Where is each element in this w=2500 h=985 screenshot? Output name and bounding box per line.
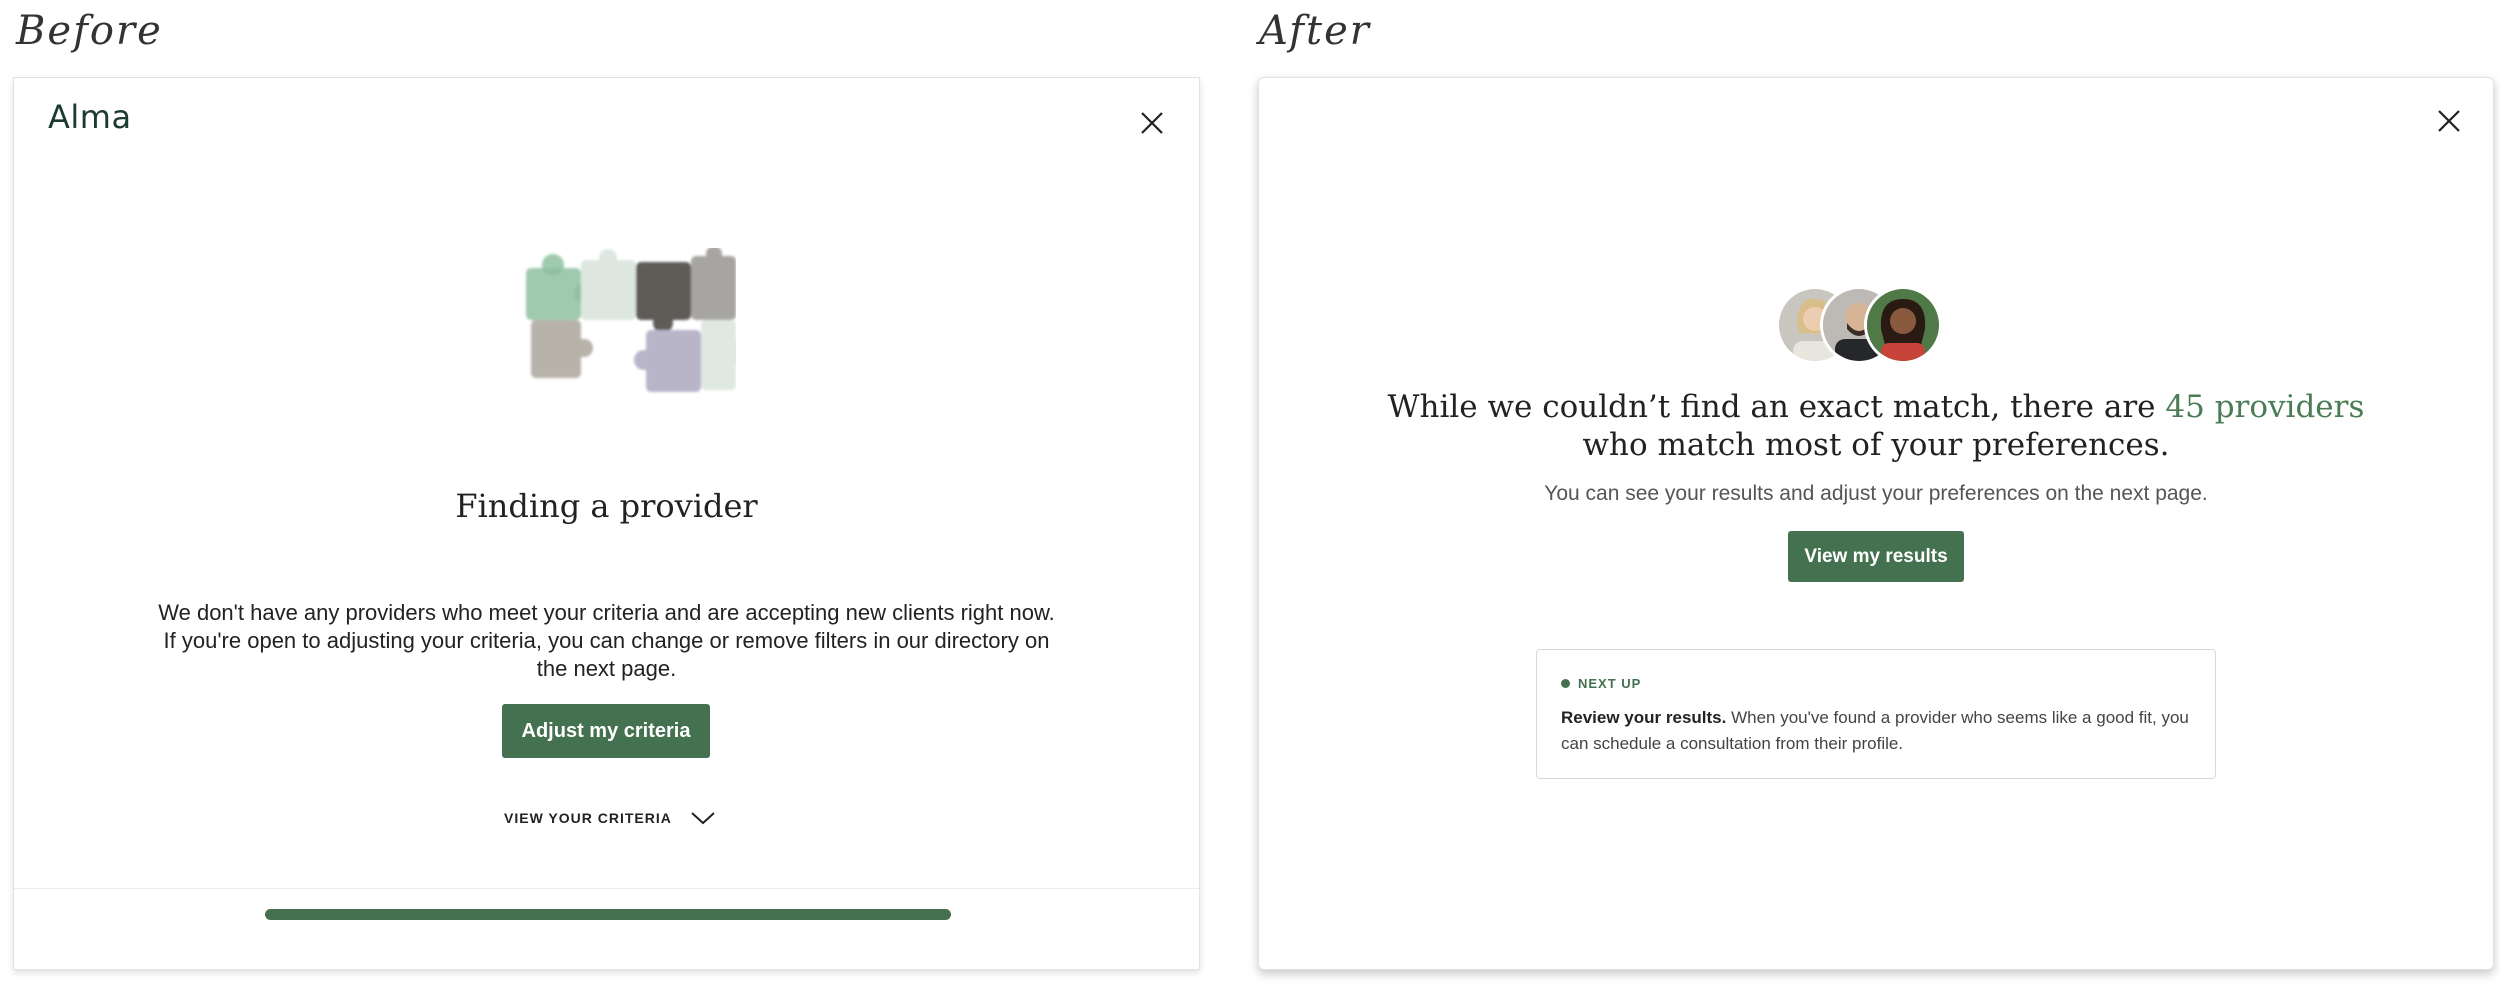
headline-text: While we couldn’t find an exact match, t… <box>1387 389 2166 425</box>
avatar-image <box>1864 286 1942 364</box>
description: We don't have any providers who meet you… <box>14 599 1199 683</box>
alma-logo: Alma <box>48 98 132 136</box>
close-icon[interactable] <box>2434 106 2464 136</box>
before-modal: Alma Finding a provider We don't have an… <box>13 77 1200 970</box>
after-modal: While we couldn’t find an exact match, t… <box>1258 77 2494 970</box>
view-criteria-toggle[interactable]: VIEW YOUR CRITERIA <box>504 810 716 826</box>
headline-line: While we couldn’t find an exact match, t… <box>1259 388 2493 426</box>
headline-line: who match most of your preferences. <box>1582 427 2170 463</box>
next-up-text: Review your results. When you've found a… <box>1561 705 2195 757</box>
description-line: the next page. <box>536 656 677 681</box>
progress-footer <box>14 888 1199 969</box>
next-up-badge: NEXT UP <box>1561 676 1641 691</box>
chevron-down-icon <box>690 810 716 826</box>
page-title: Finding a provider <box>455 487 758 525</box>
puzzle-illustration <box>496 246 748 408</box>
next-up-line: can schedule a consultation from their p… <box>1561 734 1904 753</box>
before-label: Before <box>16 8 163 54</box>
results-headline: While we couldn’t find an exact match, t… <box>1259 388 2493 464</box>
next-up-title: Review your results. <box>1561 708 1727 727</box>
view-results-button[interactable]: View my results <box>1788 531 1964 582</box>
adjust-criteria-button[interactable]: Adjust my criteria <box>502 704 710 758</box>
next-up-label: NEXT UP <box>1578 676 1642 691</box>
next-up-line: Review your results. When you've found a… <box>1561 705 2195 731</box>
close-icon[interactable] <box>1137 108 1167 138</box>
description-line: We don't have any providers who meet you… <box>158 600 1055 625</box>
description-line: If you're open to adjusting your criteri… <box>163 628 1050 653</box>
after-label: After <box>1259 8 1371 54</box>
next-up-card: NEXT UP Review your results. When you've… <box>1536 649 2216 779</box>
progress-bar <box>265 909 951 920</box>
progress-fill <box>265 909 951 920</box>
provider-count: 45 providers <box>2165 389 2365 425</box>
next-up-body: When you've found a provider who seems l… <box>1731 708 2189 727</box>
status-dot-icon <box>1561 679 1570 688</box>
results-subtext: You can see your results and adjust your… <box>1544 482 2208 505</box>
view-criteria-label: VIEW YOUR CRITERIA <box>504 810 672 826</box>
